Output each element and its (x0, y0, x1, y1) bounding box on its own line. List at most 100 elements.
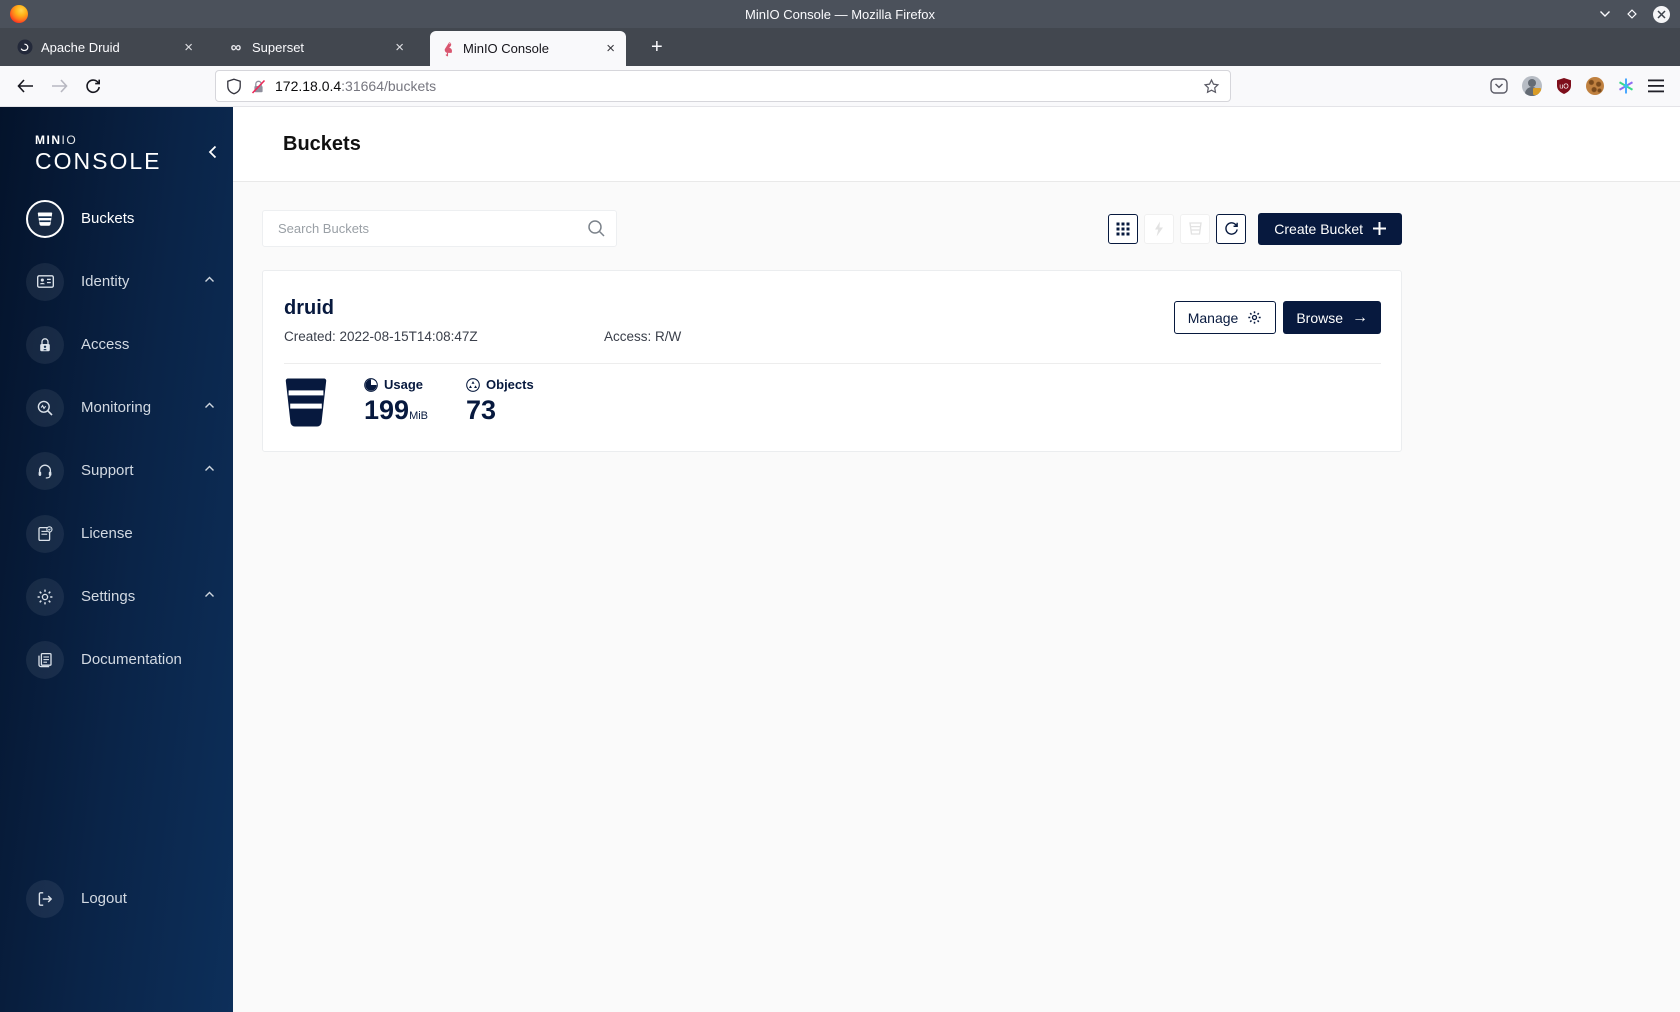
license-document-icon (26, 514, 64, 553)
back-button[interactable] (10, 71, 40, 101)
arrow-right-icon: → (1352, 308, 1368, 326)
page-header: Buckets (233, 107, 1680, 182)
usage-value: 199 (364, 395, 410, 425)
grid-view-button[interactable] (1108, 213, 1139, 244)
browse-button[interactable]: Browse → (1283, 301, 1381, 334)
usage-pie-icon (364, 377, 378, 392)
window-title: MinIO Console — Mozilla Firefox (745, 6, 935, 22)
objects-metric: Objects 73 (466, 377, 534, 426)
window-controls (1599, 5, 1680, 23)
browser-toolbar: 172.18.0.4:31664/buckets uO (0, 66, 1680, 107)
tab-apache-druid[interactable]: Apache Druid × (8, 31, 204, 63)
sidebar-item-access[interactable]: Access (0, 313, 233, 376)
close-tab-icon[interactable]: × (604, 41, 617, 56)
usage-unit: MiB (409, 410, 429, 422)
tracking-protection-shield-icon[interactable] (226, 78, 242, 95)
sidebar-item-logout[interactable]: Logout (0, 867, 233, 930)
sidebar: MINIO CONSOLE Buckets Identity Access Mo… (0, 107, 233, 1012)
manage-button[interactable]: Manage (1173, 301, 1277, 334)
objects-icon (466, 377, 480, 392)
chevron-up-icon[interactable] (204, 402, 215, 409)
minio-flamingo-favicon-icon (439, 41, 455, 57)
url-host: 172.18.0.4 (275, 78, 342, 94)
bucket-created: Created: 2022-08-15T14:08:47Z (284, 329, 478, 344)
bucket-name[interactable]: druid (284, 297, 681, 320)
tab-minio-console[interactable]: MinIO Console × (430, 31, 626, 66)
bucket-actions: Create Bucket (1108, 212, 1402, 245)
window-close-icon[interactable] (1653, 5, 1670, 23)
logout-icon (26, 879, 64, 918)
gear-icon (26, 577, 64, 616)
objects-label: Objects (486, 377, 534, 392)
chevron-up-icon[interactable] (204, 591, 215, 598)
tab-label: Superset (252, 39, 305, 55)
access-lock-icon (26, 325, 64, 364)
close-tab-icon[interactable]: × (393, 40, 406, 55)
new-tab-button[interactable]: + (643, 37, 671, 57)
window-titlebar: MinIO Console — Mozilla Firefox (0, 0, 1680, 28)
lifecycle-lightning-button (1144, 213, 1175, 244)
gear-icon (1247, 310, 1262, 325)
create-bucket-button[interactable]: Create Bucket (1258, 212, 1402, 245)
search-buckets-input[interactable] (262, 210, 617, 247)
pocket-icon[interactable] (1489, 76, 1509, 96)
svg-text:uO: uO (1559, 84, 1569, 91)
superset-favicon-icon: ∞ (230, 38, 242, 56)
documentation-book-icon (26, 640, 64, 679)
chevron-up-icon[interactable] (204, 276, 215, 283)
delete-bucket-button (1180, 213, 1211, 244)
bucket-card-druid[interactable]: druid Created: 2022-08-15T14:08:47Z Acce… (262, 270, 1402, 452)
sidebar-collapse-icon[interactable] (208, 145, 217, 159)
forward-button[interactable] (44, 71, 74, 101)
toolbar-extensions: uO (1489, 76, 1670, 96)
profile-avatar-icon[interactable] (1522, 76, 1542, 96)
tab-label: MinIO Console (463, 41, 549, 56)
refresh-button[interactable] (1216, 213, 1247, 244)
minio-console-logo: MINIO CONSOLE (0, 107, 233, 175)
window-minimize-icon[interactable] (1599, 10, 1611, 18)
chevron-up-icon[interactable] (204, 465, 215, 472)
objects-value: 73 (466, 395, 497, 425)
sidebar-item-monitoring[interactable]: Monitoring (0, 376, 233, 439)
bucket-large-icon (284, 377, 328, 427)
ublock-origin-icon[interactable]: uO (1555, 77, 1573, 95)
bucket-access: Access: R/W (604, 329, 682, 344)
main-content: Buckets Search Buckets Create Bucket dru… (233, 107, 1680, 1012)
identity-card-icon (26, 262, 64, 301)
sidebar-item-identity[interactable]: Identity (0, 250, 233, 313)
plus-icon (1373, 222, 1386, 235)
insecure-lock-icon[interactable] (250, 78, 267, 95)
search-icon (587, 219, 606, 238)
multicolor-asterisk-extension-icon[interactable] (1617, 77, 1635, 95)
sidebar-item-support[interactable]: Support (0, 439, 233, 502)
minio-console-app: MINIO CONSOLE Buckets Identity Access Mo… (0, 107, 1680, 1012)
support-headset-icon (26, 451, 64, 490)
card-divider (284, 363, 1381, 364)
sidebar-menu: Buckets Identity Access Monitoring Suppo… (0, 187, 233, 691)
bucket-icon (26, 199, 64, 238)
tab-label: Apache Druid (41, 39, 120, 55)
sidebar-item-buckets[interactable]: Buckets (0, 187, 233, 250)
tab-superset[interactable]: ∞ Superset × (219, 31, 415, 63)
druid-favicon-icon (17, 39, 33, 55)
search-box (262, 210, 617, 247)
buckets-toolbar: Create Bucket (262, 210, 1402, 247)
url-path: :31664/buckets (341, 78, 437, 94)
firefox-logo-icon (10, 5, 28, 23)
sidebar-item-settings[interactable]: Settings (0, 565, 233, 628)
url-bar[interactable]: 172.18.0.4:31664/buckets (215, 70, 1231, 102)
bucket-card-actions: Manage Browse → (1173, 301, 1381, 334)
sidebar-item-license[interactable]: License (0, 502, 233, 565)
cookie-extension-icon[interactable] (1586, 77, 1604, 95)
window-maximize-icon[interactable] (1626, 8, 1638, 20)
usage-metric: Usage 199MiB (364, 377, 428, 426)
page-title: Buckets (283, 132, 361, 155)
close-tab-icon[interactable]: × (182, 40, 195, 55)
hamburger-menu-icon[interactable] (1648, 79, 1664, 93)
reload-button[interactable] (78, 71, 108, 101)
tab-bar: Apache Druid × ∞ Superset × MinIO Consol… (0, 28, 1680, 66)
bookmark-star-icon[interactable] (1203, 78, 1220, 95)
monitoring-search-icon (26, 388, 64, 427)
sidebar-item-documentation[interactable]: Documentation (0, 628, 233, 691)
usage-label: Usage (384, 377, 424, 392)
